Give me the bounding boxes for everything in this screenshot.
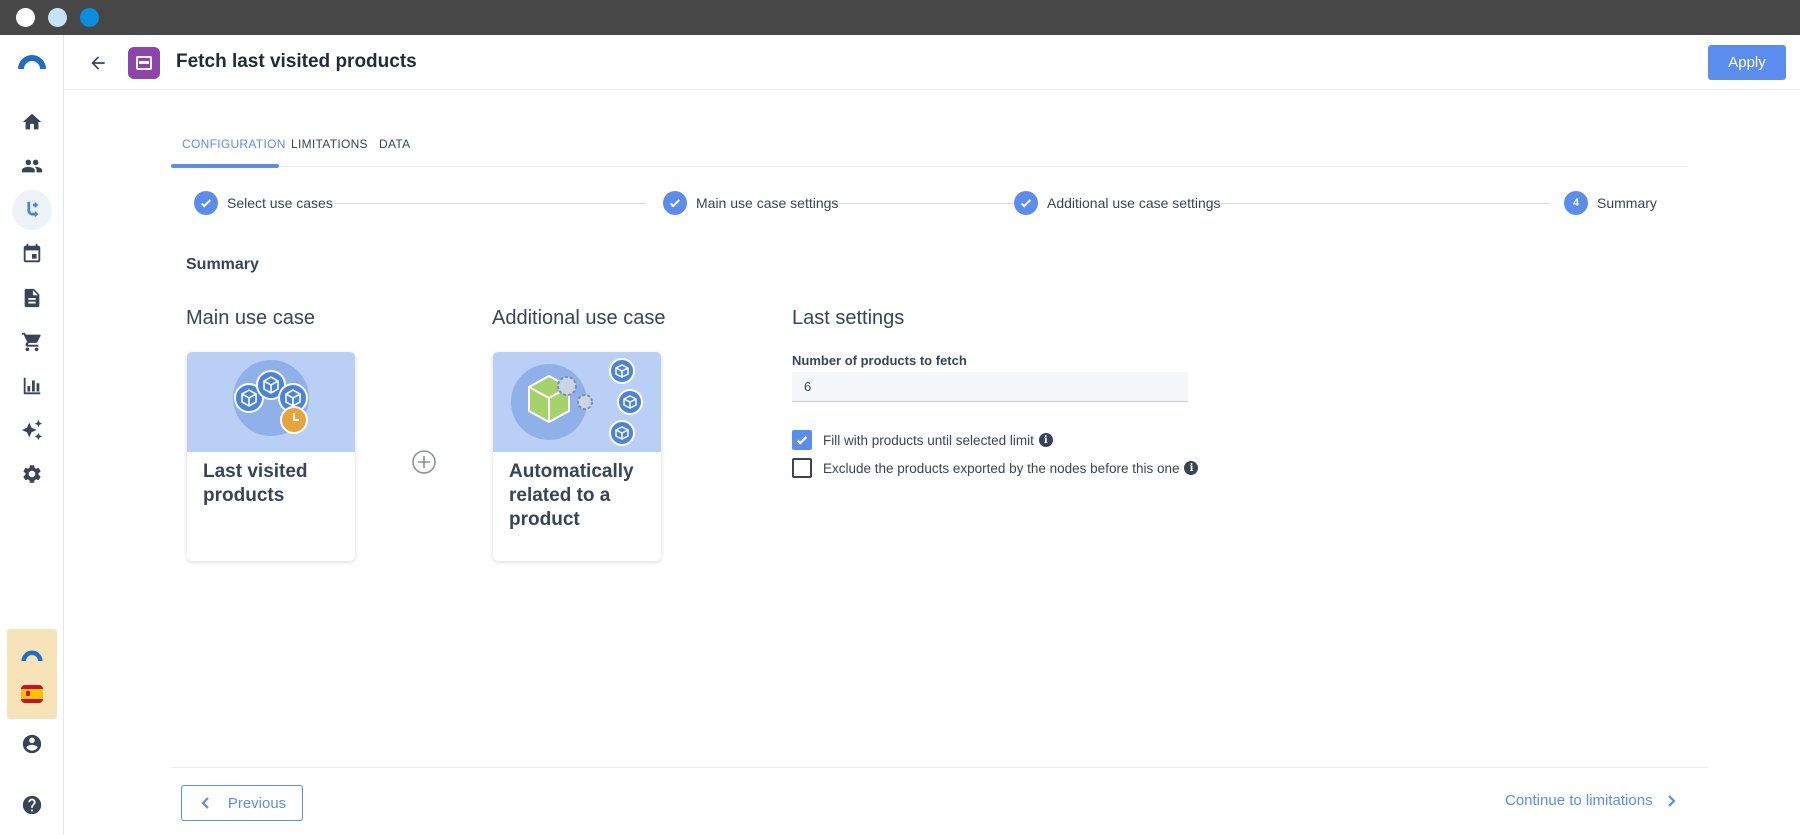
additional-use-case-card[interactable]: Automatically related to a product <box>493 352 661 561</box>
fill-with-products-label: Fill with products until selected limit <box>823 432 1034 448</box>
step-label: Select use cases <box>227 195 333 211</box>
step-additional-use-case-settings[interactable]: Additional use case settings <box>1014 191 1221 215</box>
continue-label: Continue to limitations <box>1505 792 1653 809</box>
apply-button[interactable]: Apply <box>1708 45 1786 80</box>
window-close-button[interactable] <box>16 8 35 27</box>
step-connector <box>830 203 1028 204</box>
last-visited-products-illustration <box>187 352 355 452</box>
flow-branch-icon[interactable] <box>12 190 52 230</box>
brand-arc-icon <box>21 650 43 661</box>
step-summary[interactable]: 4 Summary <box>1564 191 1657 215</box>
people-icon[interactable] <box>18 152 46 180</box>
window-minimize-button[interactable] <box>48 8 67 27</box>
chevron-left-icon <box>201 797 209 809</box>
fill-with-products-option: Fill with products until selected limit … <box>792 430 1053 450</box>
number-of-products-label: Number of products to fetch <box>792 353 967 368</box>
info-icon[interactable]: i <box>1038 433 1053 447</box>
step-label: Summary <box>1597 195 1657 211</box>
brand-logo-icon[interactable] <box>16 51 48 71</box>
sparkles-icon[interactable] <box>18 416 46 444</box>
previous-label: Previous <box>227 794 287 812</box>
step-label: Additional use case settings <box>1047 195 1221 211</box>
stepper: Select use cases Main use case settings … <box>194 191 1657 217</box>
check-icon <box>663 191 687 215</box>
exclude-products-option: Exclude the products exported by the nod… <box>792 458 1199 478</box>
continue-to-limitations-link[interactable]: Continue to limitations <box>1505 792 1679 809</box>
chevron-right-icon <box>1667 794 1676 807</box>
active-tab-indicator <box>171 164 279 168</box>
step-connector <box>1218 203 1550 204</box>
window-titlebar <box>0 0 1800 35</box>
tab-limitations[interactable]: LIMITATIONS <box>291 137 368 151</box>
main-use-case-label: Last visited products <box>203 461 308 506</box>
bar-chart-icon[interactable] <box>18 372 46 400</box>
help-icon[interactable] <box>18 791 46 819</box>
gear-icon[interactable] <box>18 460 46 488</box>
tab-data[interactable]: DATA <box>379 137 410 151</box>
tab-configuration[interactable]: CONFIGURATION <box>182 137 286 151</box>
exclude-products-checkbox[interactable] <box>792 458 812 478</box>
credit-card-icon <box>128 47 160 79</box>
step-number: 4 <box>1564 191 1588 215</box>
home-icon[interactable] <box>18 108 46 136</box>
info-icon[interactable]: i <box>1184 461 1199 475</box>
calendar-icon[interactable] <box>18 240 46 268</box>
additional-use-case-heading: Additional use case <box>492 307 666 329</box>
last-settings-heading: Last settings <box>792 307 905 329</box>
cart-icon[interactable] <box>18 328 46 356</box>
check-icon <box>1014 191 1038 215</box>
main-use-case-heading: Main use case <box>186 307 315 329</box>
step-main-use-case-settings[interactable]: Main use case settings <box>663 191 838 215</box>
number-of-products-input[interactable] <box>792 372 1188 402</box>
related-products-illustration <box>493 352 661 452</box>
main-use-case-card[interactable]: Last visited products <box>187 352 355 561</box>
step-select-use-cases[interactable]: Select use cases <box>194 191 333 215</box>
tab-bar: CONFIGURATION LIMITATIONS DATA <box>171 130 1688 168</box>
additional-use-case-label: Automatically related to a product <box>509 461 634 530</box>
exclude-products-label: Exclude the products exported by the nod… <box>823 460 1180 476</box>
account-promo[interactable] <box>7 629 57 719</box>
step-connector <box>326 203 646 204</box>
plus-circle-icon <box>412 450 436 474</box>
sidebar <box>0 35 64 835</box>
summary-title: Summary <box>186 256 259 273</box>
page-title: Fetch last visited products <box>176 51 417 72</box>
spain-flag-icon[interactable] <box>21 685 43 703</box>
header: Fetch last visited products Apply <box>64 35 1800 90</box>
back-arrow-icon[interactable] <box>84 49 112 77</box>
check-icon <box>194 191 218 215</box>
account-circle-icon[interactable] <box>18 730 46 758</box>
document-icon[interactable] <box>18 284 46 312</box>
footer-divider <box>171 767 1708 768</box>
step-label: Main use case settings <box>696 195 839 211</box>
window-maximize-button[interactable] <box>80 8 99 27</box>
fill-with-products-checkbox[interactable] <box>792 430 812 450</box>
previous-button[interactable]: Previous <box>181 785 303 821</box>
